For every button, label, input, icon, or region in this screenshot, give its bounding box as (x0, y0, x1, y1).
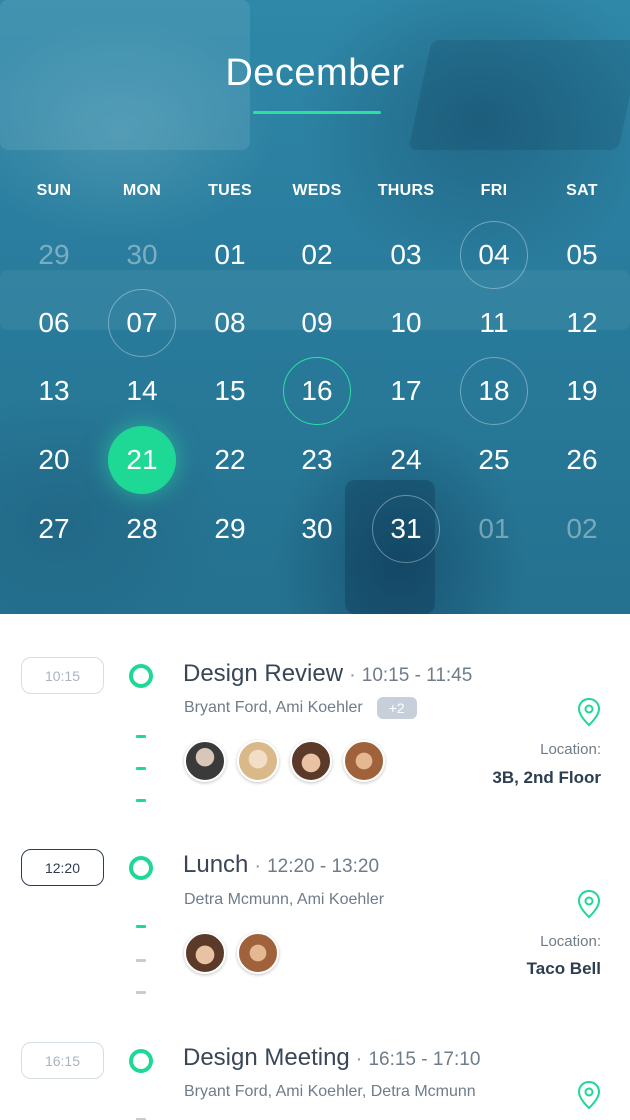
day-cell[interactable]: 19 (548, 357, 616, 425)
day-cell[interactable]: 15 (196, 357, 264, 425)
event-title-line: Design Review · 10:15 - 11:45 (183, 660, 472, 688)
avatar[interactable] (343, 740, 385, 782)
day-cell[interactable]: 14 (108, 357, 176, 425)
calendar-panel: December SUN MON TUES WEDS THURS FRI SAT… (0, 0, 630, 614)
event-item-design-review[interactable]: 10:15 Design Review · 10:15 - 11:45 Bryant… (0, 655, 630, 805)
avatar[interactable] (237, 740, 279, 782)
event-time-pill[interactable]: 10:15 (21, 657, 104, 694)
day-cell[interactable]: 01 (460, 495, 528, 563)
timeline-dash (136, 925, 146, 928)
timeline-dash (136, 767, 146, 770)
location-value: Taco Bell (526, 959, 601, 978)
title-separator: · (355, 1048, 363, 1070)
day-cell[interactable]: 08 (196, 289, 264, 357)
event-title: Lunch (183, 851, 249, 878)
day-cell-with-event[interactable]: 07 (108, 289, 176, 357)
attendee-names: Bryant Ford, Ami Koehler, Detra Mcmunn (184, 1083, 476, 1100)
day-cell[interactable]: 25 (460, 426, 528, 494)
day-cell[interactable]: 24 (372, 426, 440, 494)
location-pin-icon[interactable] (576, 889, 602, 919)
more-attendees-badge[interactable]: +2 (376, 697, 417, 719)
avatar[interactable] (237, 932, 279, 974)
day-cell[interactable]: 03 (372, 221, 440, 289)
day-cell-with-event[interactable]: 18 (460, 357, 528, 425)
timeline-dash (136, 735, 146, 738)
location-label: Location: (540, 741, 601, 758)
day-cell[interactable]: 11 (460, 289, 528, 357)
event-title: Design Review (183, 660, 344, 687)
day-cell[interactable]: 12 (548, 289, 616, 357)
avatar[interactable] (184, 740, 226, 782)
location-value: 3B, 2nd Floor (492, 768, 601, 787)
event-item-design-meeting[interactable]: 16:15 Design Meeting · 16:15 - 17:10 Bryan… (0, 1040, 630, 1120)
event-title-line: Lunch · 12:20 - 13:20 (183, 851, 379, 879)
event-title-line: Design Meeting · 16:15 - 17:10 (183, 1044, 480, 1072)
event-attendees: Detra Mcmunn, Ami Koehler (184, 891, 384, 909)
day-cell[interactable]: 20 (20, 426, 88, 494)
day-cell[interactable]: 05 (548, 221, 616, 289)
timeline-dash (136, 799, 146, 802)
event-time-pill[interactable]: 16:15 (21, 1042, 104, 1079)
attendee-names: Bryant Ford, Ami Koehler (184, 699, 363, 716)
day-cell[interactable]: 09 (283, 289, 351, 357)
day-cell-with-event[interactable]: 04 (460, 221, 528, 289)
month-underline (253, 111, 381, 114)
event-title: Design Meeting (183, 1044, 350, 1071)
day-cell[interactable]: 02 (283, 221, 351, 289)
timeline-dot (129, 856, 153, 880)
title-separator: · (254, 855, 262, 877)
event-item-lunch[interactable]: 12:20 Lunch · 12:20 - 13:20 Detra Mcmunn, … (0, 847, 630, 997)
attendee-avatars (184, 740, 396, 782)
day-cell[interactable]: 22 (196, 426, 264, 494)
event-time-range: 10:15 - 11:45 (361, 665, 473, 686)
day-cell[interactable]: 10 (372, 289, 440, 357)
day-cell[interactable]: 01 (196, 221, 264, 289)
day-cell[interactable]: 30 (283, 495, 351, 563)
day-cell[interactable]: 26 (548, 426, 616, 494)
month-title[interactable]: December (0, 52, 630, 95)
day-cell[interactable]: 13 (20, 357, 88, 425)
event-time-pill[interactable]: 12:20 (21, 849, 104, 886)
attendee-avatars (184, 932, 290, 974)
weekday-weds: WEDS (292, 182, 342, 199)
location-pin-icon[interactable] (576, 1080, 602, 1110)
attendee-names: Detra Mcmunn, Ami Koehler (184, 891, 385, 908)
day-cell[interactable]: 27 (20, 495, 88, 563)
location-label: Location: (540, 933, 601, 950)
weekday-sat: SAT (566, 182, 598, 199)
location-pin-icon[interactable] (576, 697, 602, 727)
day-cell-with-event[interactable]: 31 (372, 495, 440, 563)
weekday-tues: TUES (208, 182, 252, 199)
weekday-sun: SUN (36, 182, 72, 199)
day-cell[interactable]: 02 (548, 495, 616, 563)
day-cell-today[interactable]: 16 (283, 357, 351, 425)
timeline-dot (129, 664, 153, 688)
avatar[interactable] (290, 740, 332, 782)
weekday-fri: FRI (480, 182, 508, 199)
timeline-dot (129, 1049, 153, 1073)
weekday-mon: MON (122, 182, 162, 199)
day-cell[interactable]: 30 (108, 221, 176, 289)
day-cell-selected[interactable]: 21 (108, 426, 176, 494)
day-cell[interactable]: 29 (20, 221, 88, 289)
weekday-thurs: THURS (377, 182, 435, 199)
event-time-range: 12:20 - 13:20 (267, 856, 380, 877)
timeline-dash (136, 991, 146, 994)
day-cell[interactable]: 06 (20, 289, 88, 357)
day-cell[interactable]: 23 (283, 426, 351, 494)
timeline-dash (136, 959, 146, 962)
title-separator: · (349, 664, 356, 686)
event-time-range: 16:15 - 17:10 (368, 1049, 481, 1070)
event-attendees: Bryant Ford, Ami Koehler +2 (184, 697, 417, 719)
avatar[interactable] (184, 932, 226, 974)
day-cell[interactable]: 17 (372, 357, 440, 425)
day-cell[interactable]: 28 (108, 495, 176, 563)
event-attendees: Bryant Ford, Ami Koehler, Detra Mcmunn (184, 1083, 476, 1101)
day-cell[interactable]: 29 (196, 495, 264, 563)
